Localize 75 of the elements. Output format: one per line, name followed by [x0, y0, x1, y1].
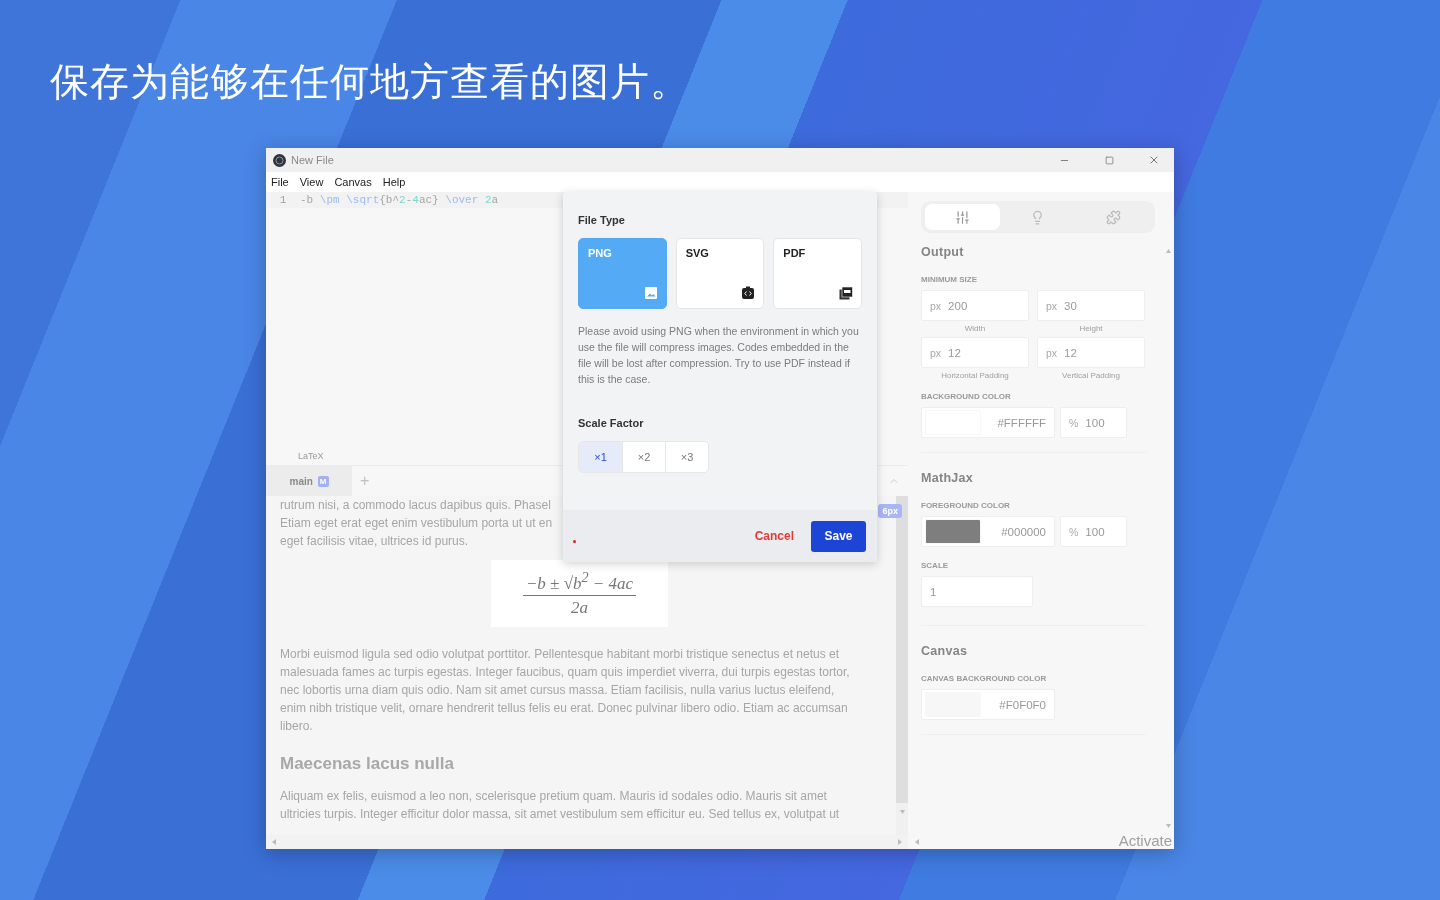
field-caption: Vertical Padding — [1062, 371, 1120, 380]
menu-item[interactable]: File — [271, 176, 289, 188]
file-type-label: File Type — [578, 214, 626, 226]
app-logo-icon — [273, 153, 286, 167]
save-button[interactable]: Save — [811, 520, 866, 552]
scale-field[interactable]: 1 — [921, 576, 1033, 607]
opacity-field[interactable]: % 100 — [1060, 516, 1127, 547]
field-caption: Width — [964, 324, 986, 333]
group-label: MINIMUM SIZE — [921, 275, 978, 284]
scroll-down-icon[interactable] — [899, 809, 905, 815]
paragraph-line: eget facilisis vitae, ultrices id purus. — [280, 533, 469, 550]
size-field[interactable]: px 12 — [921, 337, 1029, 368]
status-dot-icon — [573, 539, 576, 543]
add-tab-button[interactable]: + — [352, 472, 378, 490]
scroll-left-icon[interactable] — [914, 839, 919, 845]
headline: 保存为能够在任何地方查看的图片。 — [50, 59, 691, 105]
field-caption: Horizontal Padding — [941, 371, 1009, 380]
file-type-option[interactable]: PNG — [578, 238, 667, 309]
field-caption: Height — [1079, 324, 1103, 333]
paragraph-line: malesuada fames ac turpis egestas. Integer faucibus, quam quis imperdiet viverra, dui turpis egestas tortor, — [280, 664, 850, 681]
paragraph-line: Aliquam ex felis, euismod a leo non, scelerisque pretium quam. Mauris id sodales odio. Mauris sit amet — [280, 788, 827, 805]
puzzle-icon — [1105, 209, 1121, 225]
menu-item[interactable]: View — [299, 176, 324, 188]
stacked-pages-icon — [839, 286, 853, 300]
maximize-icon — [1104, 155, 1114, 165]
scrollbar-thumb[interactable] — [896, 496, 908, 803]
code-line: -b \pm \sqrt{b^2-4ac} \over 2a — [300, 194, 499, 206]
line-number: 1 — [278, 194, 288, 206]
cancel-button[interactable]: Cancel — [754, 529, 794, 543]
settings-tab[interactable] — [925, 204, 1001, 230]
paragraph-line: Etiam eget erat eget enim vestibulum porta ut ut en — [280, 515, 553, 532]
group-label: CANVAS BACKGROUND COLOR — [921, 674, 1048, 683]
scale-option[interactable]: ×1 — [579, 442, 622, 472]
code-file-icon — [741, 286, 756, 300]
group-label: SCALE — [921, 561, 950, 570]
size-field[interactable]: px 200 — [921, 290, 1029, 321]
section-title: MathJax — [921, 471, 975, 485]
size-badge: 6px — [878, 504, 902, 518]
size-field[interactable]: px 30 — [1037, 290, 1145, 321]
scroll-down-icon[interactable] — [1165, 823, 1171, 829]
scroll-left-icon[interactable] — [271, 839, 276, 845]
formula: −b ± √b$^{2}$ − 4ac 2a — [491, 560, 668, 627]
scale-option[interactable]: ×3 — [665, 442, 708, 472]
color-field[interactable]: #FFFFFF — [921, 407, 1055, 438]
opacity-field[interactable]: % 100 — [1060, 407, 1127, 438]
size-field[interactable]: px 12 — [1037, 337, 1145, 368]
paragraph-line: nec lobortis urna diam quis odio. Nam sit amet cursus massa. Etiam facilisis, nulla varius luctus eleifend, — [280, 682, 835, 699]
activation-notice: Activate — [1118, 832, 1172, 849]
section-title: Output — [921, 245, 965, 259]
paragraph-line: Morbi euismod ligula sed odio volutpat porttitor. Pellentesque habitant morbi tristique senectus et netus et — [280, 646, 839, 663]
scroll-up-icon[interactable] — [1165, 248, 1171, 254]
paragraph-line: rutrum nisi, a commodo lacus dapibus quis. Phasel — [280, 497, 551, 514]
window-title: New File — [291, 154, 335, 166]
menu-item[interactable]: Canvas — [334, 176, 372, 188]
image-icon — [643, 286, 658, 300]
paragraph-line: libero. — [280, 718, 313, 735]
file-type-note: Please avoid using PNG when the environment in which you use the file will compress images. Codes embedded in the file will be lost after compression. Try to use PDF instead if this is the case. — [578, 324, 860, 387]
section-title: Canvas — [921, 644, 969, 658]
close-icon — [1148, 154, 1160, 166]
menu-item[interactable]: Help — [382, 176, 406, 188]
sliders-icon — [955, 209, 971, 225]
scale-factor-label: Scale Factor — [578, 417, 645, 429]
document-tab[interactable]: main M — [266, 466, 352, 496]
color-field[interactable]: #000000 — [921, 516, 1055, 547]
section-heading: Maecenas lacus nulla — [280, 753, 454, 775]
group-label: FOREGROUND COLOR — [921, 501, 1011, 510]
paragraph-line: enim nibh tristique velit, ornare hendrerit tellus felis eu erat. Donec pulvinar libero odio. Etiam ac accumsan — [280, 700, 848, 717]
file-type-option[interactable]: PDF — [773, 238, 862, 309]
scroll-right-icon[interactable] — [898, 839, 903, 845]
language-label: LaTeX — [298, 451, 324, 461]
file-type-option[interactable]: SVG — [675, 238, 765, 309]
scale-option[interactable]: ×2 — [622, 442, 665, 472]
paragraph-line: ultricies turpis. Integer efficitur dolor massa, sit amet vestibulum sem efficitur eu. Sed tellus ex, volutpat ut — [280, 806, 840, 823]
group-label: BACKGROUND COLOR — [921, 392, 1012, 401]
color-field[interactable]: #F0F0F0 — [921, 689, 1055, 720]
